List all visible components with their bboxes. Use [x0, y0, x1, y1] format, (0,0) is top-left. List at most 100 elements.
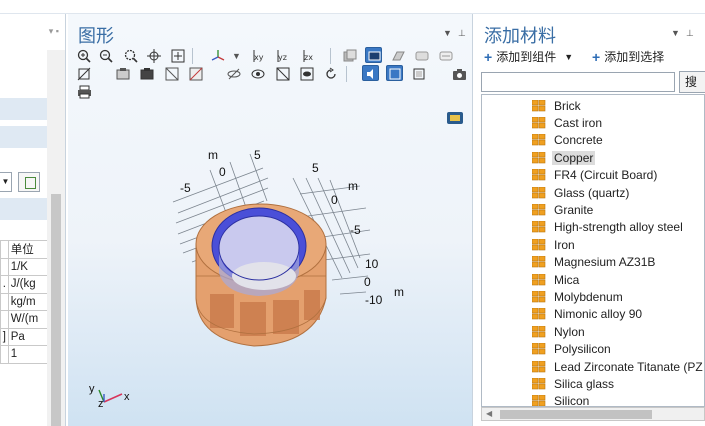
material-list-item[interactable]: Molybdenum: [531, 288, 625, 305]
panel-menu-icon[interactable]: ▼: [443, 28, 452, 38]
camera-icon[interactable]: [451, 66, 468, 82]
settings-panel: ▾ ▪ ▼ 单位 1/K . J/(kg kg/m W/(m] Pa 1: [0, 14, 66, 426]
table-row[interactable]: W/(m: [0, 310, 49, 329]
scroll-left-icon[interactable]: ◀: [486, 409, 492, 418]
select-edge-icon[interactable]: [390, 48, 407, 64]
select-all-icon[interactable]: [438, 48, 455, 64]
material-icon: [531, 342, 546, 355]
axis-tick-label: -5: [350, 223, 361, 237]
reset-view-icon[interactable]: [323, 66, 340, 82]
material-list-item[interactable]: Lead Zirconate Titanate (PZ: [531, 358, 704, 375]
table-cell: .: [0, 275, 9, 294]
wireframe-icon[interactable]: [164, 66, 181, 82]
axis-tick-label: 5: [312, 161, 319, 175]
table-row[interactable]: . J/(kg: [0, 275, 49, 294]
material-list-item[interactable]: Polysilicon: [531, 341, 613, 358]
view-yz-icon[interactable]: yz: [276, 48, 293, 64]
material-list-item[interactable]: Mica: [531, 271, 581, 288]
material-label: Mica: [554, 272, 580, 287]
scene-light-icon[interactable]: [299, 66, 316, 82]
zoom-out-icon[interactable]: [98, 48, 115, 64]
material-list-item[interactable]: Granite: [531, 201, 595, 218]
material-label: Nimonic alloy 90: [554, 307, 643, 322]
chevron-down-icon[interactable]: ▼: [232, 51, 241, 61]
table-row[interactable]: ] Pa: [0, 327, 49, 346]
select-point-icon[interactable]: [414, 48, 431, 64]
table-row[interactable]: kg/m: [0, 292, 49, 311]
axis-tick-label: -5: [180, 181, 191, 195]
show-grid-icon[interactable]: [275, 66, 292, 82]
table-header-row: 单位: [0, 240, 49, 259]
top-strip: [0, 0, 705, 14]
view-zx-icon[interactable]: zx: [302, 48, 319, 64]
material-list-item[interactable]: Copper: [531, 149, 596, 166]
horizontal-scrollbar[interactable]: ◀: [481, 407, 705, 421]
add-to-selection-button[interactable]: + 添加到选择: [592, 48, 664, 65]
panel-menu-icon[interactable]: ▼: [671, 28, 680, 38]
material-list-item[interactable]: Iron: [531, 236, 577, 253]
table-row[interactable]: 1/K: [0, 257, 49, 276]
scrollbar-thumb[interactable]: [51, 194, 61, 426]
panel-menu-icon[interactable]: ▾ ▪: [49, 26, 59, 37]
toolbar-separator: [330, 48, 331, 64]
render-icon[interactable]: [139, 66, 156, 82]
material-list-item[interactable]: Concrete: [531, 132, 605, 149]
pin-icon[interactable]: ⊥: [458, 28, 466, 39]
select-boundary-icon[interactable]: [365, 47, 382, 63]
material-list-item[interactable]: Silicon: [531, 393, 591, 406]
view-xy-icon[interactable]: xy: [252, 48, 269, 64]
zoom-in-icon[interactable]: [76, 48, 93, 64]
unit-cell: J/(kg: [7, 275, 49, 294]
add-to-component-button[interactable]: + 添加到组件 ▼: [484, 48, 573, 65]
speaker-toggle-icon[interactable]: [362, 65, 379, 81]
search-input[interactable]: [481, 72, 675, 92]
unit-cell: kg/m: [7, 292, 49, 311]
material-tree[interactable]: Brick Cast iron Concrete Copper FR4 (Circuit…: [481, 94, 705, 407]
show-icon[interactable]: [250, 66, 267, 82]
toolbar-separator: [192, 48, 193, 64]
hide-selection-icon[interactable]: [226, 66, 243, 82]
chevron-down-icon[interactable]: ▼: [564, 52, 573, 62]
material-list-item[interactable]: Cast iron: [531, 114, 604, 131]
transparency-icon[interactable]: [188, 66, 205, 82]
add-to-selection-label: 添加到选择: [604, 50, 665, 64]
material-label: Silica glass: [554, 377, 615, 392]
section-band[interactable]: [0, 126, 48, 148]
material-list-item[interactable]: FR4 (Circuit Board): [531, 167, 659, 184]
zoom-box-icon[interactable]: [123, 48, 140, 64]
copy-table-button[interactable]: [18, 172, 40, 192]
scrollbar-thumb[interactable]: [500, 410, 652, 419]
pin-icon[interactable]: ⊥: [686, 28, 694, 39]
select-domain-icon[interactable]: [342, 48, 359, 64]
axis-triad: y z x: [89, 383, 130, 410]
graphics-viewport[interactable]: m 5 0 -5 5 m 0 -5 10 0 -10 m y z x: [68, 98, 472, 426]
coil-model[interactable]: [195, 203, 327, 347]
add-to-component-label: 添加到组件: [496, 50, 557, 64]
hide-icon[interactable]: [76, 66, 93, 82]
table-cell: [0, 345, 9, 364]
material-label: Brick: [554, 98, 581, 113]
frame-toggle-icon[interactable]: [386, 65, 403, 81]
center-view-icon[interactable]: [146, 48, 163, 64]
section-band[interactable]: [0, 98, 48, 120]
material-label: Iron: [554, 237, 575, 252]
material-list-item[interactable]: Brick: [531, 97, 583, 114]
material-icon: [531, 255, 546, 268]
material-list-item[interactable]: Glass (quartz): [531, 184, 631, 201]
zoom-extents-icon[interactable]: [170, 48, 187, 64]
table-row[interactable]: 1: [0, 345, 49, 364]
material-label: Copper: [552, 150, 596, 165]
material-icon: [531, 168, 546, 181]
material-list-item[interactable]: Nylon: [531, 323, 587, 340]
material-list-item[interactable]: Magnesium AZ31B: [531, 254, 657, 271]
screenshot-settings-icon[interactable]: [115, 66, 132, 82]
material-list-item[interactable]: Silica glass: [531, 375, 616, 392]
material-list-item[interactable]: High-strength alloy steel: [531, 219, 685, 236]
svg-text:xy: xy: [254, 53, 264, 62]
window-icon[interactable]: [411, 66, 428, 82]
view-axis-icon[interactable]: [210, 48, 227, 64]
search-button[interactable]: 搜: [679, 71, 705, 93]
section-band[interactable]: [0, 198, 48, 220]
material-list-item[interactable]: Nimonic alloy 90: [531, 306, 644, 323]
dropdown-arrow-icon[interactable]: ▼: [0, 172, 12, 192]
